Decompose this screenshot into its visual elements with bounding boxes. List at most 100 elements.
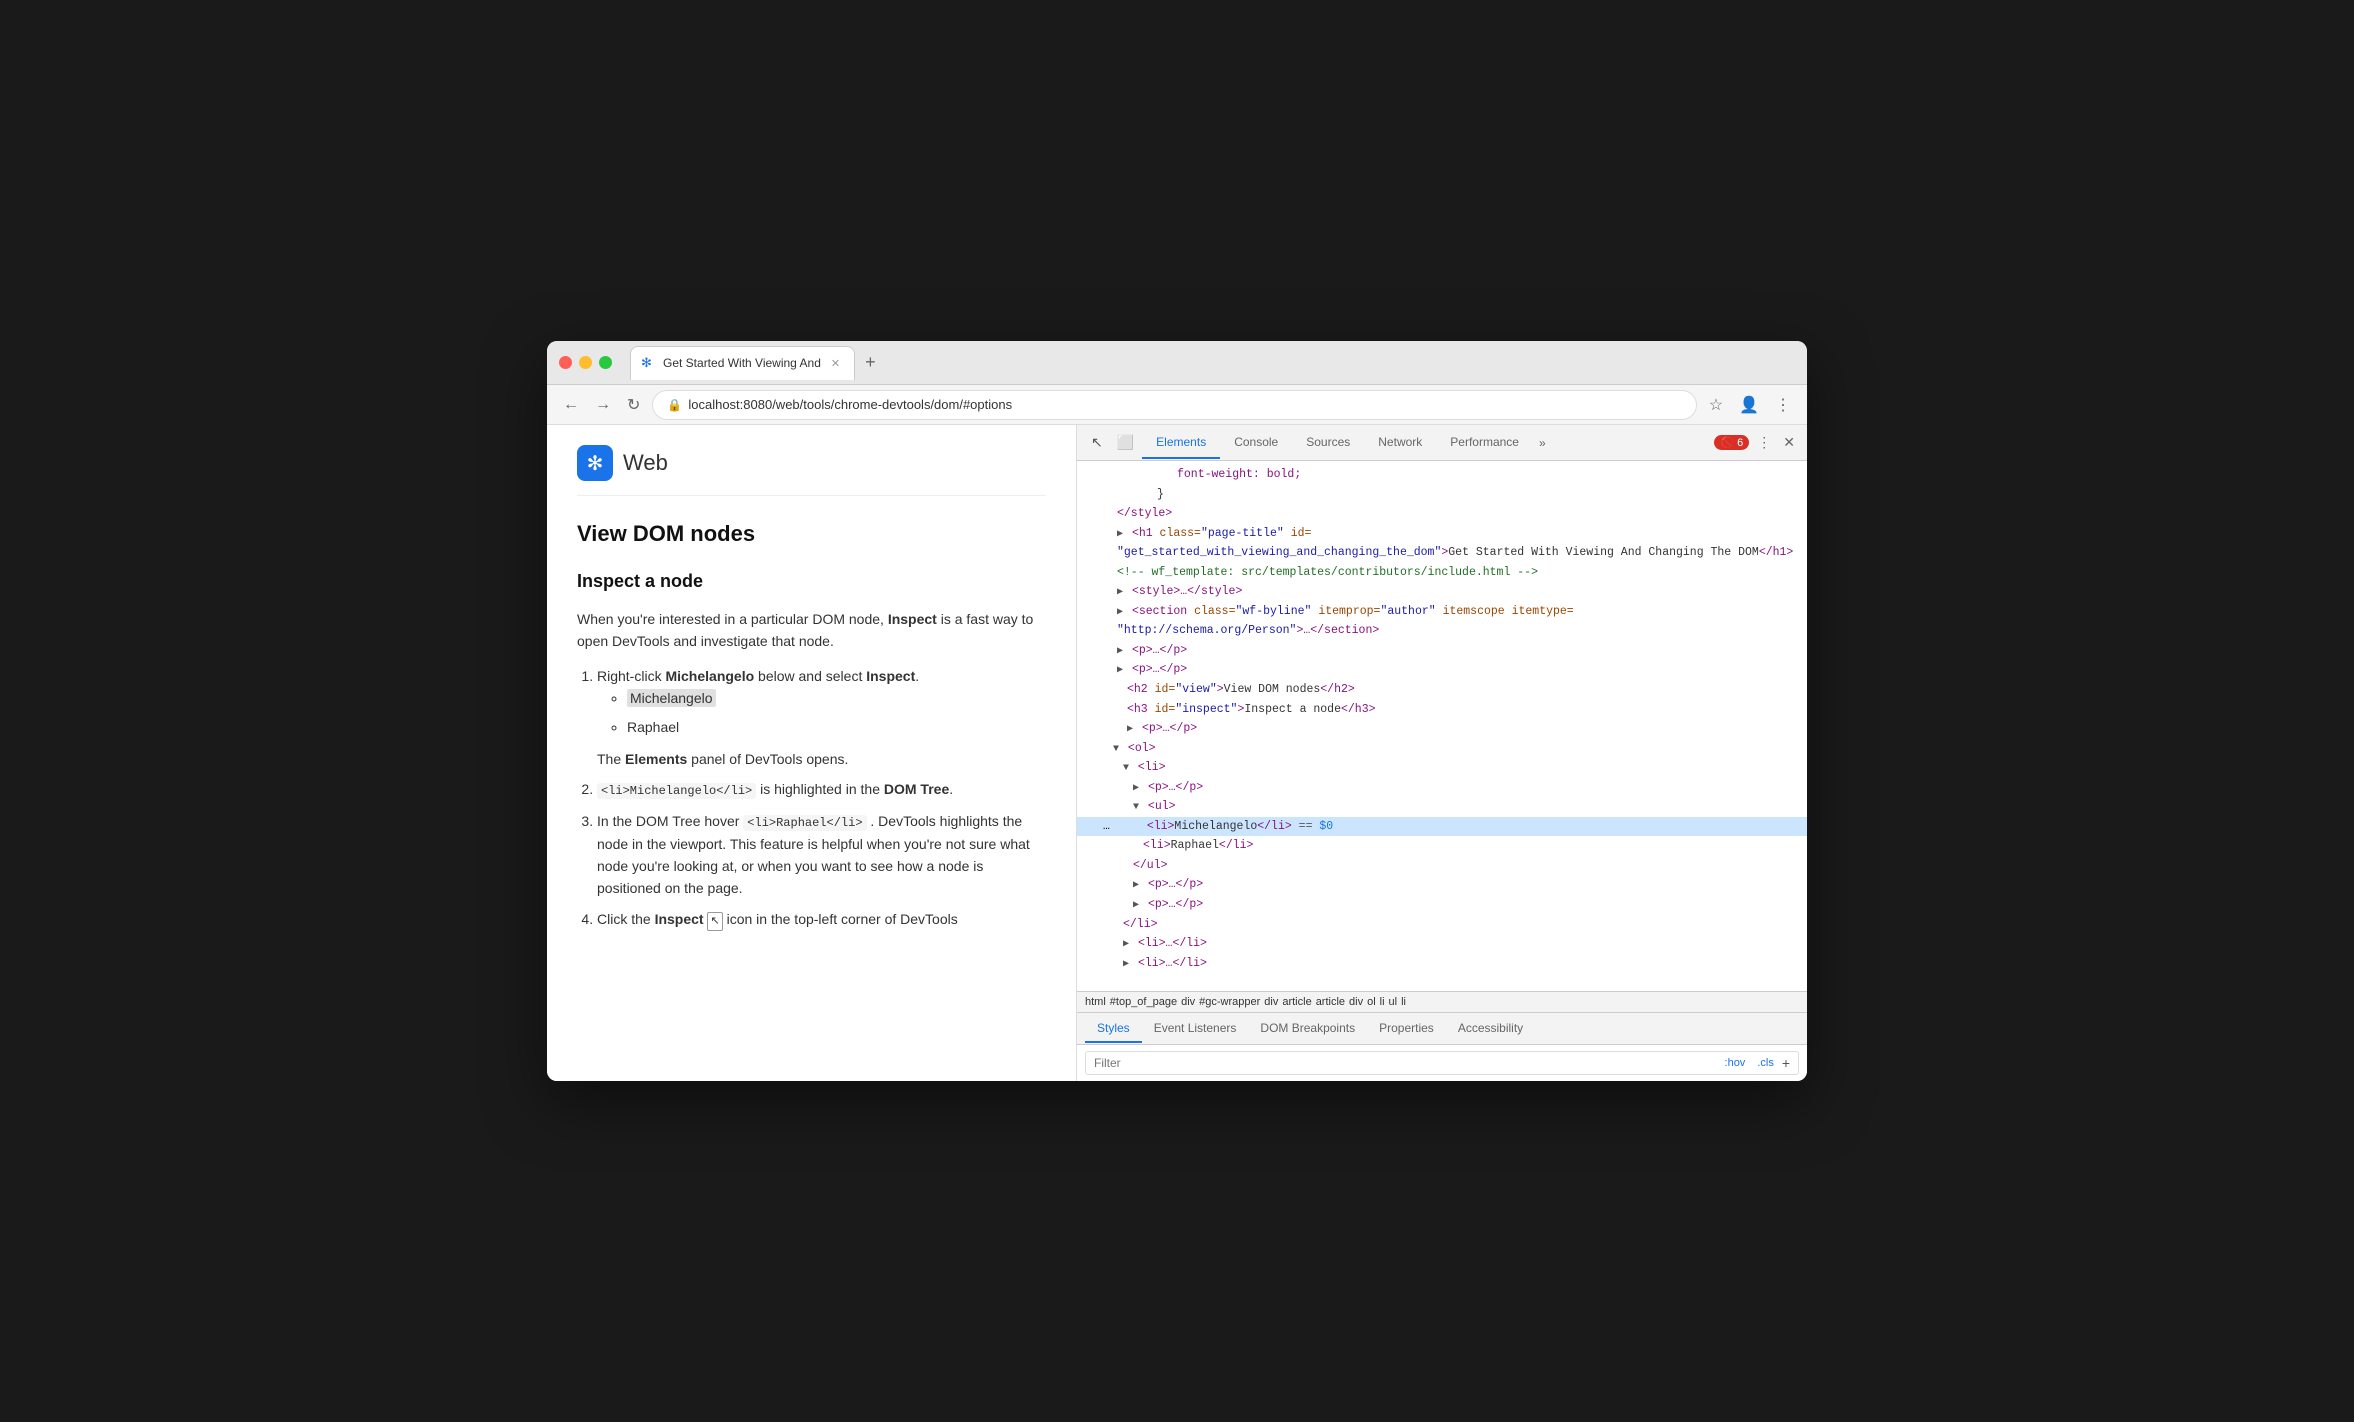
tab-title: Get Started With Viewing And (663, 356, 821, 370)
tab-network[interactable]: Network (1364, 427, 1436, 459)
address-bar: ← → ↻ 🔒 localhost:8080/web/tools/chrome-… (547, 385, 1807, 425)
step-3: In the DOM Tree hover <li>Raphael</li> .… (597, 810, 1046, 900)
close-window-button[interactable] (559, 356, 572, 369)
breadcrumb-div1[interactable]: div (1181, 996, 1195, 1008)
step-4: Click the Inspect ↖ icon in the top-left… (597, 908, 1046, 932)
tab-event-listeners[interactable]: Event Listeners (1142, 1015, 1249, 1043)
devtools-toolbar: ↖ ⬜ Elements Console Sources Network Per… (1077, 425, 1807, 461)
tab-accessibility[interactable]: Accessibility (1446, 1015, 1535, 1043)
breadcrumb-html[interactable]: html (1085, 996, 1106, 1008)
address-input[interactable]: 🔒 localhost:8080/web/tools/chrome-devtoo… (652, 390, 1696, 420)
new-tab-button[interactable]: + (859, 350, 882, 375)
traffic-lights (559, 356, 612, 369)
breadcrumb-gc-wrapper[interactable]: #gc-wrapper (1199, 996, 1260, 1008)
tab-elements[interactable]: Elements (1142, 427, 1220, 459)
dom-line: font-weight: bold; (1077, 465, 1807, 485)
filter-input[interactable] (1094, 1056, 1717, 1070)
site-title: Web (623, 450, 668, 476)
webpage: ✻ Web View DOM nodes Inspect a node When… (547, 425, 1077, 1081)
page-heading: View DOM nodes (577, 516, 1046, 551)
bottom-tabs: Styles Event Listeners DOM Breakpoints P… (1077, 1013, 1807, 1045)
web-header: ✻ Web (577, 445, 1046, 496)
error-count: 6 (1737, 437, 1743, 449)
lock-icon: 🔒 (667, 398, 682, 412)
breadcrumb-div2[interactable]: div (1264, 996, 1278, 1008)
dom-line: ▼ <ul> (1077, 797, 1807, 817)
list-item-michelangelo: Michelangelo (627, 687, 1046, 709)
dom-line: ▶ <h1 class="page-title" id= (1077, 524, 1807, 544)
breadcrumb-ul[interactable]: ul (1389, 996, 1398, 1008)
dom-line: </style> (1077, 504, 1807, 524)
address-text: localhost:8080/web/tools/chrome-devtools… (688, 397, 1012, 412)
breadcrumb-article2[interactable]: article (1316, 996, 1345, 1008)
maximize-window-button[interactable] (599, 356, 612, 369)
forward-button[interactable]: → (591, 392, 615, 418)
dom-line: ▶ <li>…</li> (1077, 934, 1807, 954)
step-2: <li>Michelangelo</li> is highlighted in … (597, 778, 1046, 801)
breadcrumb-div3[interactable]: div (1349, 996, 1363, 1008)
breadcrumb-li2[interactable]: li (1401, 996, 1406, 1008)
page-subheading: Inspect a node (577, 567, 1046, 596)
dom-line: <h2 id="view">View DOM nodes</h2> (1077, 680, 1807, 700)
tab-favicon-icon: ✻ (641, 355, 657, 371)
steps-list: Right-click Michelangelo below and selec… (597, 665, 1046, 932)
filter-tags: :hov .cls (1721, 1056, 1778, 1070)
device-toggle-button[interactable]: ⬜ (1111, 430, 1140, 455)
tab-properties[interactable]: Properties (1367, 1015, 1446, 1043)
devtools-tabs: Elements Console Sources Network Perform… (1142, 427, 1712, 459)
tab-console[interactable]: Console (1220, 427, 1292, 459)
filter-plus-button[interactable]: + (1782, 1055, 1790, 1071)
list-item-raphael: Raphael (627, 716, 1046, 738)
ellipsis-indicator: … (1097, 820, 1110, 833)
dom-line: ▶ <p>…</p> (1077, 660, 1807, 680)
tab-styles[interactable]: Styles (1085, 1015, 1142, 1043)
tab-area: ✻ Get Started With Viewing And ✕ + (630, 346, 1795, 380)
devtools-actions: 🚫 6 ⋮ ✕ (1714, 430, 1799, 455)
name-list: Michelangelo Raphael (627, 687, 1046, 738)
dom-line: "get_started_with_viewing_and_changing_t… (1077, 543, 1807, 563)
filter-cls-tag[interactable]: .cls (1753, 1056, 1778, 1070)
dom-line: ▶ <p>…</p> (1077, 719, 1807, 739)
styles-panel: :hov .cls + (1077, 1045, 1807, 1081)
logo-icon: ✻ (587, 451, 604, 476)
inspect-element-button[interactable]: ↖ (1085, 430, 1109, 455)
step-1: Right-click Michelangelo below and selec… (597, 665, 1046, 771)
dom-line: <!-- wf_template: src/templates/contribu… (1077, 563, 1807, 583)
page-content: View DOM nodes Inspect a node When you'r… (577, 516, 1046, 931)
devtools-panel: ↖ ⬜ Elements Console Sources Network Per… (1077, 425, 1807, 1081)
devtools-close-button[interactable]: ✕ (1779, 430, 1799, 455)
dom-tree: font-weight: bold; } </style> ▶ <h1 clas… (1077, 461, 1807, 991)
devtools-menu-button[interactable]: ⋮ (1753, 430, 1775, 455)
dom-line: ▶ <p>…</p> (1077, 641, 1807, 661)
dom-line-highlighted: … <li>Michelangelo</li> == $0 (1077, 817, 1807, 837)
back-button[interactable]: ← (559, 392, 583, 418)
menu-button[interactable]: ⋮ (1771, 391, 1795, 419)
dom-line: ▼ <ol> (1077, 739, 1807, 759)
tab-performance[interactable]: Performance (1436, 427, 1533, 459)
tab-sources[interactable]: Sources (1292, 427, 1364, 459)
filter-bar: :hov .cls + (1085, 1051, 1799, 1075)
filter-hov-tag[interactable]: :hov (1721, 1056, 1750, 1070)
bookmark-button[interactable]: ☆ (1705, 391, 1727, 419)
dom-line: </ul> (1077, 856, 1807, 876)
error-badge: 🚫 6 (1714, 435, 1749, 450)
more-tabs-button[interactable]: » (1533, 432, 1552, 454)
dom-line: ▶ <p>…</p> (1077, 778, 1807, 798)
minimize-window-button[interactable] (579, 356, 592, 369)
breadcrumb-ol[interactable]: ol (1367, 996, 1376, 1008)
breadcrumb-li1[interactable]: li (1380, 996, 1385, 1008)
active-tab[interactable]: ✻ Get Started With Viewing And ✕ (630, 346, 855, 380)
reload-button[interactable]: ↻ (623, 391, 644, 419)
title-bar: ✻ Get Started With Viewing And ✕ + (547, 341, 1807, 385)
tab-close-button[interactable]: ✕ (831, 357, 840, 370)
dom-line: </li> (1077, 915, 1807, 935)
browser-window: ✻ Get Started With Viewing And ✕ + ← → ↻… (547, 341, 1807, 1081)
dom-breadcrumb: html #top_of_page div #gc-wrapper div ar… (1077, 991, 1807, 1013)
tab-dom-breakpoints[interactable]: DOM Breakpoints (1248, 1015, 1367, 1043)
browser-content: ✻ Web View DOM nodes Inspect a node When… (547, 425, 1807, 1081)
error-icon: 🚫 (1720, 436, 1734, 449)
dom-line: ▶ <style>…</style> (1077, 582, 1807, 602)
account-button[interactable]: 👤 (1735, 391, 1763, 419)
breadcrumb-article1[interactable]: article (1282, 996, 1311, 1008)
breadcrumb-top-of-page[interactable]: #top_of_page (1110, 996, 1177, 1008)
